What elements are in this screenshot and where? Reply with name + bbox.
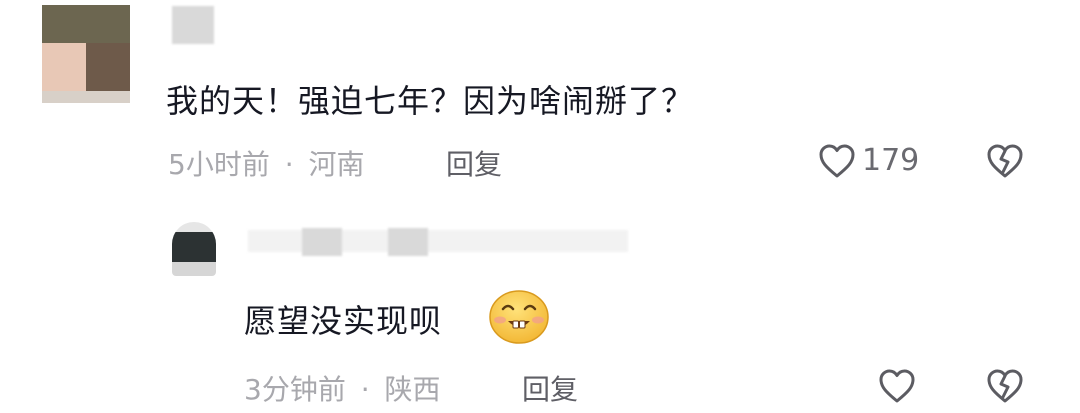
comment-location: 河南	[308, 148, 365, 181]
smiling-face-emoji	[488, 289, 550, 349]
reply-text: 愿望没实现呗	[244, 302, 443, 340]
reply-button[interactable]: 回复	[522, 368, 578, 408]
replier-avatar[interactable]	[172, 222, 216, 276]
meta-separator: ·	[360, 373, 370, 406]
reply-meta: 3分钟前 · 陕西	[244, 368, 441, 408]
meta-separator: ·	[284, 148, 294, 181]
replier-username-block	[388, 228, 428, 256]
comment-time: 5小时前	[168, 148, 270, 181]
broken-heart-icon[interactable]	[986, 143, 1024, 179]
broken-heart-icon[interactable]	[986, 368, 1024, 404]
commenter-username[interactable]	[172, 6, 214, 44]
comment-text: 我的天！强迫七年？因为啥闹掰了？	[166, 82, 695, 120]
heart-outline-icon[interactable]	[878, 368, 916, 404]
comment-meta: 5小时前 · 河南	[168, 143, 365, 183]
reply-button[interactable]: 回复	[446, 143, 502, 183]
like-count: 179	[862, 143, 920, 178]
replier-username-block	[302, 228, 342, 256]
reply-time: 3分钟前	[244, 373, 346, 406]
reply-location: 陕西	[384, 373, 441, 406]
heart-outline-icon[interactable]	[818, 143, 856, 179]
commenter-avatar[interactable]	[42, 5, 130, 103]
